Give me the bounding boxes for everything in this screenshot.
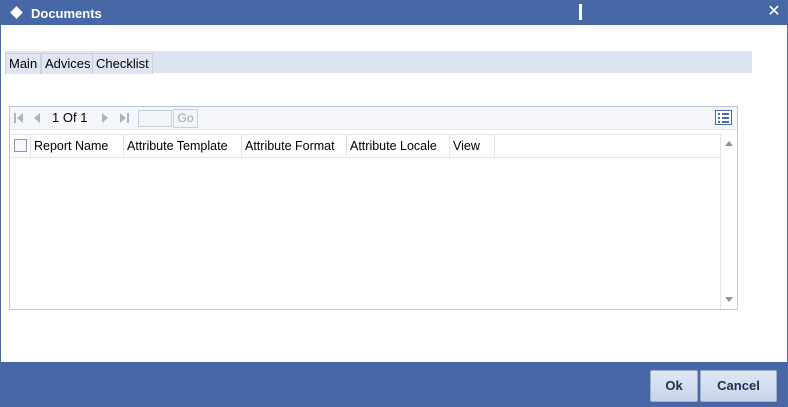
dialog-footer: Ok Cancel	[1, 362, 787, 406]
next-page-icon[interactable]	[100, 111, 110, 125]
column-attribute-template[interactable]: Attribute Template	[124, 135, 242, 157]
grid-scrollbar[interactable]	[720, 134, 737, 308]
ok-button[interactable]: Ok	[650, 370, 698, 402]
first-page-icon[interactable]	[13, 111, 25, 125]
scroll-down-icon[interactable]	[725, 297, 733, 302]
diamond-icon	[10, 6, 23, 19]
window-title: Documents	[31, 6, 102, 21]
last-page-icon[interactable]	[118, 111, 130, 125]
pagination-toolbar: 1 Of 1 Go	[10, 107, 737, 130]
tab-main[interactable]: Main	[5, 53, 42, 74]
close-icon[interactable]: ✕	[765, 3, 783, 21]
previous-page-icon[interactable]	[32, 111, 42, 125]
select-all-checkbox[interactable]	[14, 139, 27, 152]
select-all-cell	[10, 135, 31, 157]
cancel-button[interactable]: Cancel	[700, 370, 777, 402]
column-view[interactable]: View	[450, 135, 495, 157]
scroll-up-icon[interactable]	[725, 141, 733, 146]
page-number-input[interactable]	[138, 110, 172, 127]
tab-advices[interactable]: Advices	[41, 53, 95, 74]
go-button[interactable]: Go	[173, 109, 198, 128]
documents-grid: 1 Of 1 Go Report Name Attribute Template…	[9, 106, 738, 310]
current-page: 1	[52, 110, 60, 125]
column-report-name[interactable]: Report Name	[31, 135, 124, 157]
documents-dialog: Documents ✕ Main Advices Checklist 1 Of …	[0, 0, 788, 407]
total-pages: 1	[80, 110, 88, 125]
title-bar-divider	[579, 4, 582, 20]
title-bar: Documents ✕	[1, 1, 787, 25]
of-label: Of	[62, 110, 77, 125]
page-info: 1 Of 1	[52, 110, 87, 125]
grid-header-row: Report Name Attribute Template Attribute…	[10, 134, 720, 158]
columns-icon[interactable]	[715, 110, 732, 125]
tab-bar: Main Advices Checklist	[5, 51, 752, 74]
column-attribute-format[interactable]: Attribute Format	[242, 135, 347, 157]
tab-checklist[interactable]: Checklist	[92, 53, 153, 74]
column-attribute-locale[interactable]: Attribute Locale	[347, 135, 450, 157]
